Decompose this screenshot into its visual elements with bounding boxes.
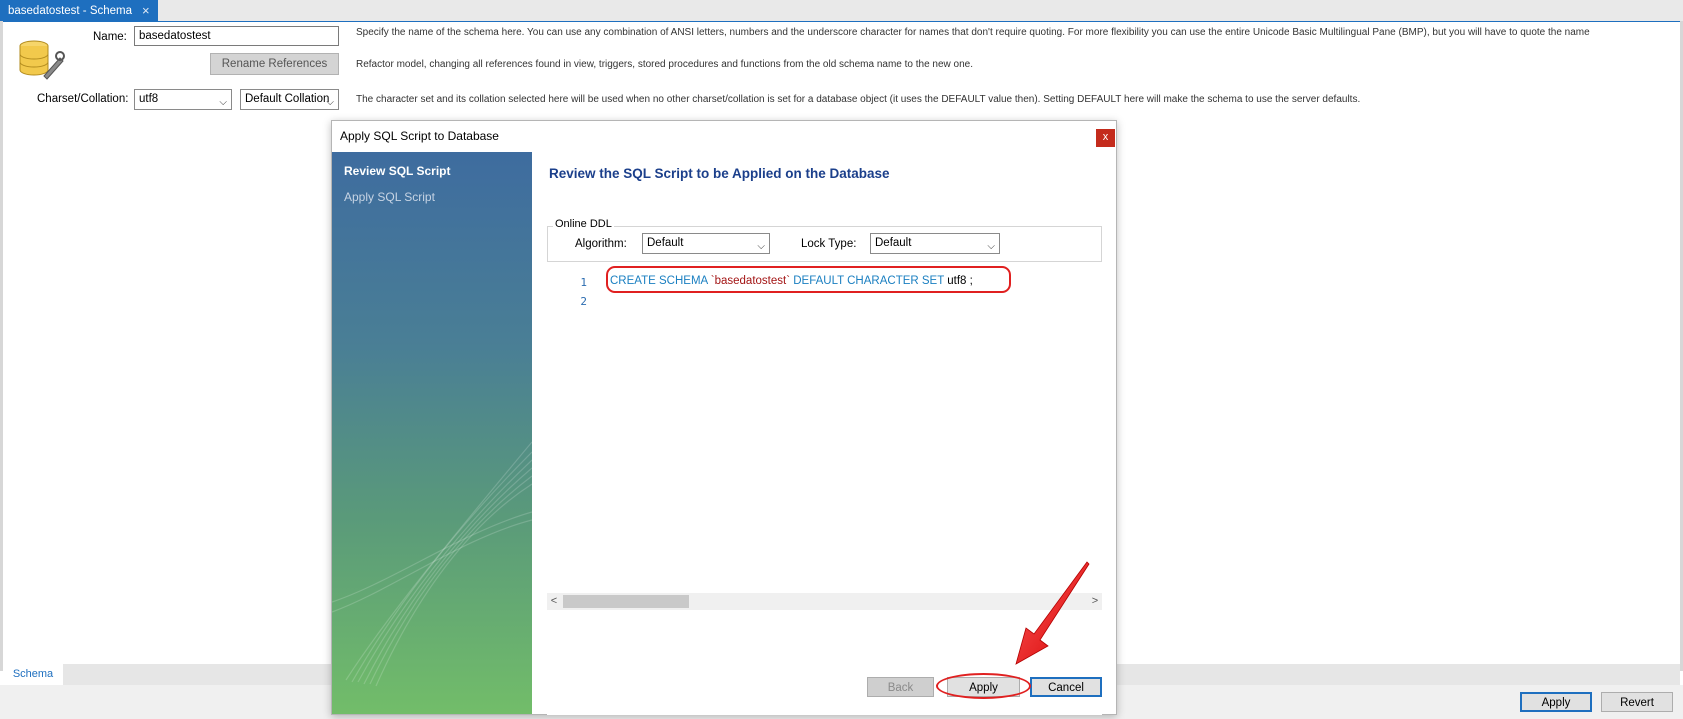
lock-type-label: Lock Type: bbox=[801, 238, 857, 250]
online-ddl-legend: Online DDL bbox=[553, 218, 614, 230]
sql-highlight-annotation bbox=[606, 266, 1011, 293]
charset-value: utf8 bbox=[139, 93, 159, 105]
left-border bbox=[0, 21, 3, 671]
charset-label: Charset/Collation: bbox=[37, 93, 129, 105]
rename-description: Refactor model, changing all references … bbox=[356, 59, 974, 70]
cancel-button[interactable]: Cancel bbox=[1030, 677, 1102, 697]
apply-highlight-annotation bbox=[936, 673, 1031, 699]
lock-type-select[interactable]: Default ⌵ bbox=[870, 233, 1000, 254]
algorithm-value: Default bbox=[647, 237, 684, 249]
chevron-down-icon: ⌵ bbox=[326, 97, 334, 108]
dialog-title: Apply SQL Script to Database bbox=[332, 121, 1116, 151]
wizard-sidebar: Review SQL Script Apply SQL Script bbox=[332, 152, 532, 714]
red-arrow-annotation bbox=[1015, 561, 1090, 665]
back-button[interactable]: Back bbox=[867, 677, 934, 697]
schema-editor-tab[interactable]: basedatostest - Schema × bbox=[0, 0, 158, 21]
scroll-left-icon[interactable]: < bbox=[547, 593, 561, 610]
step-apply-sql-script: Apply SQL Script bbox=[344, 190, 435, 204]
line-number: 2 bbox=[580, 295, 587, 308]
sidebar-decoration bbox=[332, 441, 532, 687]
schema-database-icon bbox=[16, 38, 66, 82]
scrollbar-thumb[interactable] bbox=[563, 595, 689, 608]
chevron-down-icon: ⌵ bbox=[219, 97, 227, 108]
chevron-down-icon: ⌵ bbox=[987, 241, 995, 252]
lock-type-value: Default bbox=[875, 237, 912, 249]
tab-schema[interactable]: Schema bbox=[3, 664, 63, 685]
step-review-sql-script: Review SQL Script bbox=[344, 164, 451, 178]
review-heading: Review the SQL Script to be Applied on t… bbox=[549, 166, 890, 181]
line-number: 1 bbox=[580, 276, 587, 289]
main-revert-button[interactable]: Revert bbox=[1601, 692, 1673, 712]
tab-close-icon[interactable]: × bbox=[142, 1, 150, 21]
apply-sql-dialog: Apply SQL Script to Database x Review SQ… bbox=[331, 120, 1117, 715]
algorithm-select[interactable]: Default ⌵ bbox=[642, 233, 770, 254]
algorithm-label: Algorithm: bbox=[575, 238, 627, 250]
charset-description: The character set and its collation sele… bbox=[356, 94, 1361, 105]
collation-value: Default Collation bbox=[245, 93, 330, 105]
tab-title: basedatostest - Schema bbox=[8, 4, 133, 17]
name-label: Name: bbox=[93, 31, 127, 43]
chevron-down-icon: ⌵ bbox=[757, 241, 765, 252]
schema-name-input[interactable]: basedatostest bbox=[134, 26, 339, 46]
main-apply-button[interactable]: Apply bbox=[1520, 692, 1592, 712]
rename-references-button[interactable]: Rename References bbox=[210, 53, 339, 75]
dialog-close-button[interactable]: x bbox=[1096, 129, 1115, 147]
editor-tab-bar bbox=[0, 0, 1683, 22]
collation-select[interactable]: Default Collation ⌵ bbox=[240, 89, 339, 110]
charset-select[interactable]: utf8 ⌵ bbox=[134, 89, 232, 110]
name-description: Specify the name of the schema here. You… bbox=[356, 27, 1590, 38]
